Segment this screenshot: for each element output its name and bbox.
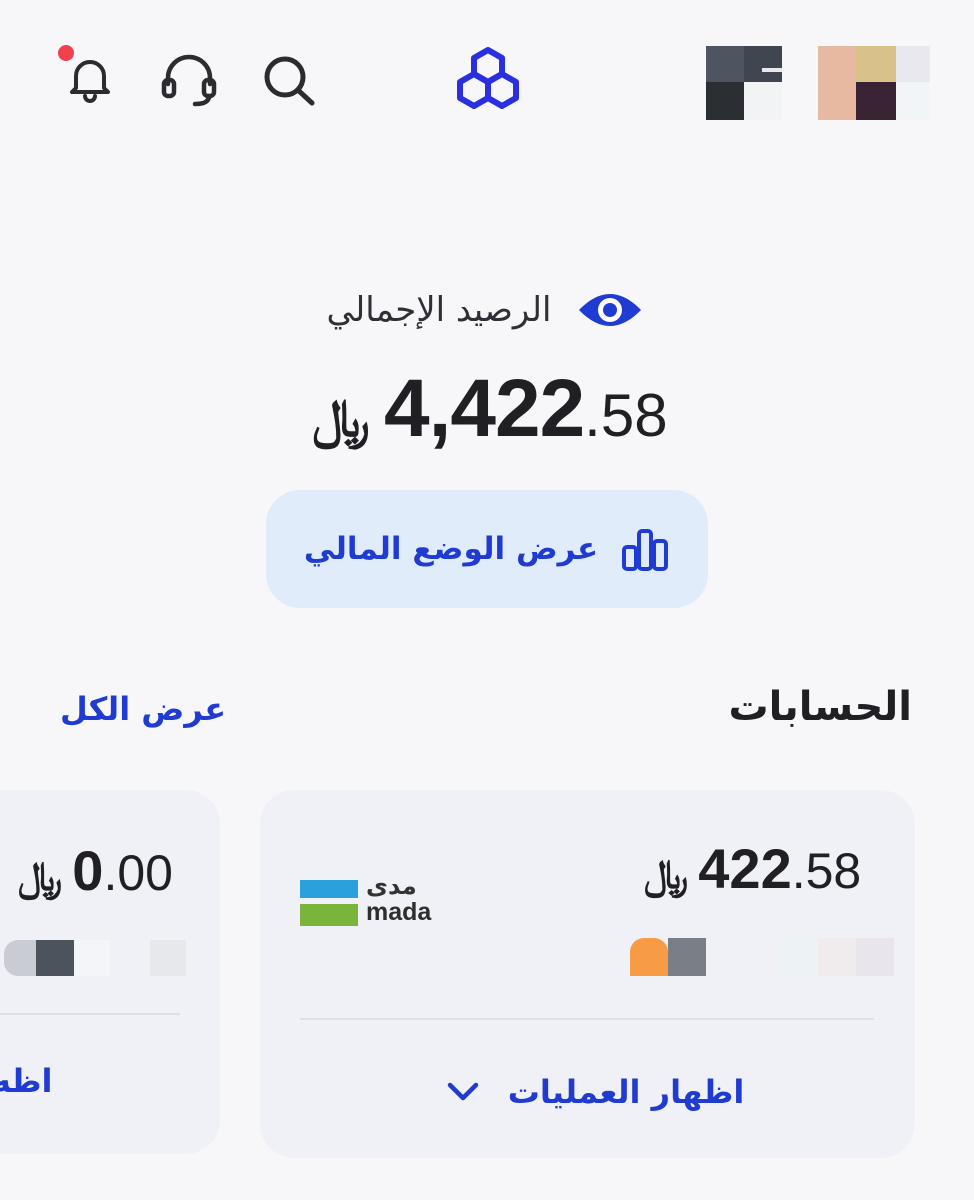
blurred-account-number — [74, 940, 110, 976]
financial-status-button[interactable]: عرض الوضع المالي — [266, 490, 708, 608]
riyal-currency-symbol: ﷼ — [644, 852, 689, 898]
financial-status-label: عرض الوضع المالي — [303, 531, 599, 567]
accounts-home-screen: الرصيد الإجمالي ﷼ 4,422 .58 عرض الوضع ال… — [0, 0, 974, 1200]
blurred-account-number — [630, 938, 668, 976]
headset-icon[interactable] — [158, 50, 220, 110]
secondary-amount-decimal: .00 — [103, 845, 173, 901]
mada-amount-integer: 422 — [698, 837, 792, 900]
mada-logo-blue-bar — [300, 880, 358, 898]
secondary-card-amount: ﷼ 0 .00 — [18, 838, 173, 903]
accounts-section-title: الحسابات — [728, 684, 912, 730]
total-balance-label-row: الرصيد الإجمالي — [300, 280, 670, 340]
mada-card-amount: ﷼ 422 .58 — [644, 836, 861, 901]
balance-amount-integer: 4,422 — [383, 363, 585, 454]
blurred-account-number — [780, 938, 818, 976]
secondary-amount-integer: 0 — [72, 839, 104, 902]
show-transactions-button[interactable]: اظهار العمليات — [430, 1065, 760, 1119]
show-transactions-partial[interactable]: اظه — [0, 1062, 53, 1100]
balance-amount-decimal: .58 — [584, 382, 668, 449]
logo-icon — [457, 47, 519, 109]
mada-logo-green-bar — [300, 904, 358, 926]
chevron-down-icon — [447, 1082, 478, 1101]
mada-logo: مدى mada — [300, 872, 442, 932]
mada-logo-english: mada — [366, 898, 432, 926]
eye-icon[interactable] — [577, 286, 643, 334]
blurred-account-number — [4, 940, 36, 976]
blurred-account-number — [856, 938, 894, 976]
blurred-account-number — [668, 938, 706, 976]
mada-logo-arabic: مدى — [366, 872, 417, 900]
view-all-link[interactable]: عرض الكل — [60, 690, 226, 728]
total-balance-amount: ﷼ 4,422 .58 — [280, 362, 700, 462]
blurred-avatar-1 — [706, 46, 782, 120]
mada-amount-decimal: .58 — [791, 843, 862, 899]
blurred-account-number — [36, 940, 74, 976]
blurred-avatar-2 — [818, 46, 930, 120]
show-transactions-label: اظهار العمليات — [507, 1073, 745, 1111]
total-balance-label: الرصيد الإجمالي — [326, 290, 552, 330]
card-divider — [0, 1013, 180, 1015]
riyal-currency-symbol: ﷼ — [18, 854, 63, 900]
riyal-currency-symbol: ﷼ — [312, 389, 370, 449]
card-divider — [300, 1018, 874, 1020]
blurred-account-number — [150, 940, 186, 976]
notification-dot — [58, 45, 74, 61]
bar-chart-icon — [622, 529, 669, 571]
blurred-account-number — [818, 938, 856, 976]
search-icon[interactable] — [260, 52, 318, 108]
